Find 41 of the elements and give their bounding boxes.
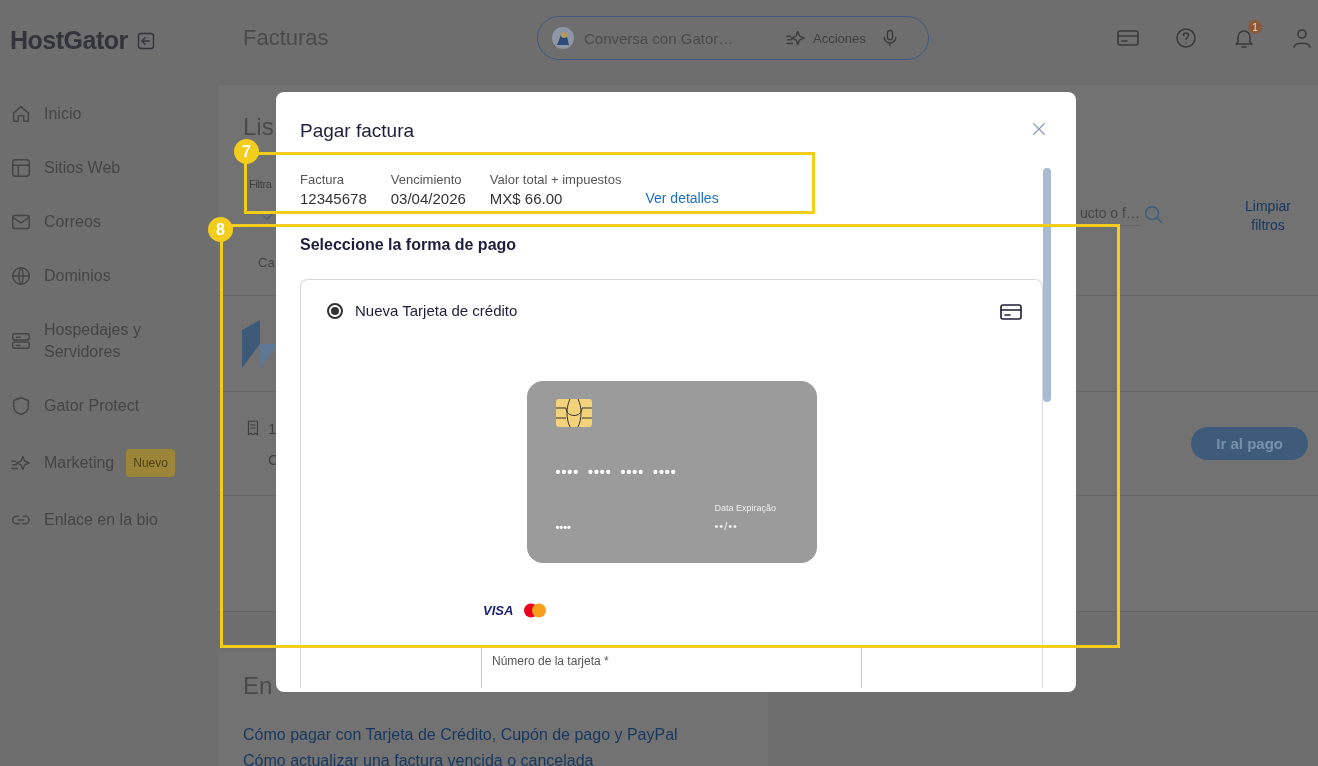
chip-icon [555,399,592,427]
home-icon [10,103,32,125]
step-number: 8 [208,217,233,242]
help-icon [1174,26,1198,50]
close-button[interactable] [1030,120,1048,138]
user-icon [1290,26,1314,50]
details-link[interactable]: Ver detalles [645,190,719,206]
summary-label: Factura [300,172,346,187]
server-icon [10,330,32,352]
scrollbar[interactable] [1043,168,1051,402]
close-icon [1030,120,1048,138]
summary-label: Valor total + impuestos [489,172,622,187]
product-logo-icon [242,319,278,368]
radio-button[interactable] [327,302,343,319]
summary-label: Vencimiento [390,172,463,187]
pay-button[interactable]: Ir al pago [1191,427,1308,460]
card-number: •••• •••• •••• •••• [555,464,677,480]
section-heading: Seleccione la forma de pago [300,236,518,254]
shield-icon [10,395,32,417]
summary-value: 03/04/2026 [390,190,466,207]
logo: HostGator [10,26,128,55]
visa-logo: VISA [483,603,514,618]
globe-icon [10,265,32,287]
assistant-avatar-icon [552,27,574,49]
payment-method-option[interactable]: Nueva Tarjeta de crédito [301,280,1042,319]
card-cvv: •••• [555,521,571,533]
notification-count: 1 [1248,20,1262,34]
search-icon [1142,203,1164,225]
dialog-title: Pagar factura [300,120,415,142]
summary-value: 12345678 [300,190,367,207]
summary-value: MX$ 66.00 [489,190,564,207]
clear-filters-link[interactable]: Limpiar filtros [1242,197,1294,235]
layout-icon [10,157,32,179]
collapse-icon [135,30,156,51]
new-badge: Nuevo [126,449,175,477]
expiry-value: ••/•• [714,520,738,532]
mastercard-logo-icon [523,603,548,618]
card-number-field[interactable]: Número de la tarjeta * [481,648,862,688]
help-link[interactable]: Cómo actualizar una factura vencida o cancelada [243,752,743,766]
expiry-label: Data Expiração [714,503,777,513]
help-link[interactable]: Cómo pagar con Tarjeta de Crédito, Cupón de pago y PayPal [243,726,743,743]
